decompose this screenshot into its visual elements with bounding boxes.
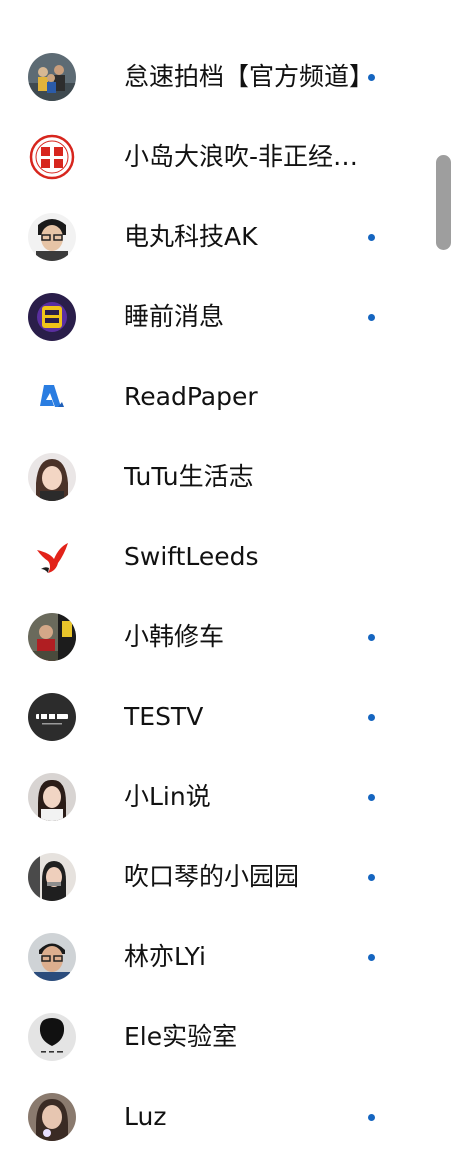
channel-item[interactable]: 怠速拍档【官方频道】 — [0, 37, 452, 117]
channel-name[interactable]: 睡前消息 — [124, 277, 374, 357]
channel-name[interactable]: 吹口琴的小园园 — [124, 837, 374, 917]
avatar[interactable] — [28, 1013, 76, 1061]
channel-name[interactable]: TuTu生活志 — [124, 437, 374, 517]
avatar[interactable] — [28, 773, 76, 821]
avatar[interactable] — [28, 933, 76, 981]
channel-item[interactable]: ReadPaper — [0, 357, 452, 437]
avatar[interactable] — [28, 613, 76, 661]
channel-name[interactable]: Ele实验室 — [124, 997, 374, 1077]
channel-name[interactable]: 小Lin说 — [124, 757, 374, 837]
avatar[interactable] — [28, 133, 76, 181]
new-content-dot — [368, 874, 375, 881]
channel-item[interactable]: 小岛大浪吹-非正经科技 — [0, 117, 452, 197]
new-content-dot — [368, 74, 375, 81]
channel-item[interactable]: TuTu生活志 — [0, 437, 452, 517]
scrollbar-thumb[interactable] — [436, 155, 451, 250]
channel-item[interactable]: 睡前消息 — [0, 277, 452, 357]
avatar[interactable] — [28, 293, 76, 341]
channel-name[interactable]: SwiftLeeds — [124, 517, 374, 597]
channel-item[interactable]: TESTV — [0, 677, 452, 757]
new-content-dot — [368, 714, 375, 721]
avatar[interactable] — [28, 1093, 76, 1141]
avatar[interactable] — [28, 213, 76, 261]
channel-item[interactable]: Luz — [0, 1077, 452, 1157]
channel-item[interactable]: 林亦LYi — [0, 917, 452, 997]
avatar[interactable] — [28, 373, 76, 421]
channel-item[interactable]: 吹口琴的小园园 — [0, 837, 452, 917]
avatar[interactable] — [28, 853, 76, 901]
channel-name[interactable]: 电丸科技AK — [124, 197, 374, 277]
new-content-dot — [368, 234, 375, 241]
channel-name[interactable]: ReadPaper — [124, 357, 374, 437]
channel-item[interactable]: 小韩修车 — [0, 597, 452, 677]
channel-item[interactable]: Ele实验室 — [0, 997, 452, 1077]
channel-item[interactable]: SwiftLeeds — [0, 517, 452, 597]
new-content-dot — [368, 634, 375, 641]
channel-name[interactable]: Luz — [124, 1077, 374, 1157]
channel-name[interactable]: TESTV — [124, 677, 374, 757]
channel-name[interactable]: 小韩修车 — [124, 597, 374, 677]
new-content-dot — [368, 954, 375, 961]
channel-name[interactable]: 怠速拍档【官方频道】 — [124, 37, 374, 117]
avatar[interactable] — [28, 53, 76, 101]
channel-item[interactable]: 小Lin说 — [0, 757, 452, 837]
channel-name[interactable]: 林亦LYi — [124, 917, 374, 997]
new-content-dot — [368, 794, 375, 801]
avatar[interactable] — [28, 693, 76, 741]
avatar[interactable] — [28, 453, 76, 501]
channel-item[interactable]: 电丸科技AK — [0, 197, 452, 277]
channel-name[interactable]: 小岛大浪吹-非正经科技 — [124, 117, 374, 197]
subscription-list: 怠速拍档【官方频道】 小岛大浪吹-非正经科技 电丸科技AK 睡前消息 ReadP… — [0, 37, 452, 1157]
new-content-dot — [368, 1114, 375, 1121]
avatar[interactable] — [28, 533, 76, 581]
new-content-dot — [368, 314, 375, 321]
